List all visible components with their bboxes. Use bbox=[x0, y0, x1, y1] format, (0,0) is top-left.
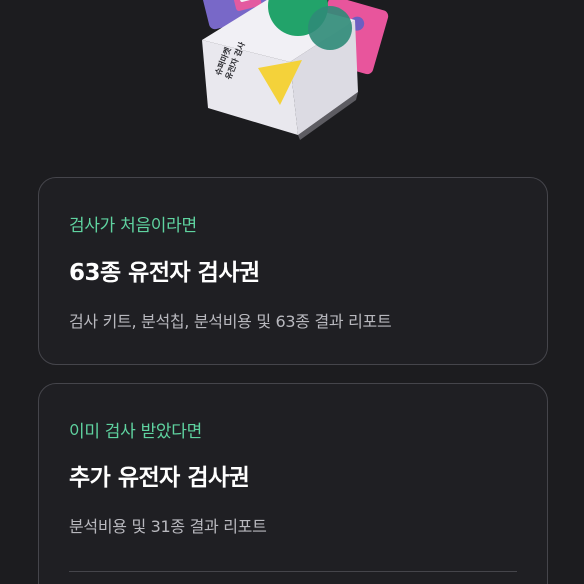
card-description: 분석비용 및 31종 결과 리포트 bbox=[69, 517, 267, 536]
card-eyebrow: 이미 검사 받았다면 bbox=[69, 422, 202, 442]
card-title: 63종 유전자 검사권 bbox=[69, 260, 260, 286]
card-divider bbox=[69, 571, 517, 572]
first-test-option-card[interactable]: 검사가 처음이라면 63종 유전자 검사권 검사 키트, 분석칩, 분석비용 및… bbox=[38, 177, 548, 365]
card-eyebrow: 검사가 처음이라면 bbox=[69, 216, 197, 236]
card-title: 추가 유전자 검사권 bbox=[69, 465, 250, 491]
product-selection-page: 슈퍼마켓 유전자 검사 검사가 처음이라면 63종 유전자 검사권 검사 키트,… bbox=[0, 0, 584, 584]
genetic-test-kit-illustration: 슈퍼마켓 유전자 검사 bbox=[199, 0, 389, 140]
additional-test-option-card[interactable]: 이미 검사 받았다면 추가 유전자 검사권 분석비용 및 31종 결과 리포트 bbox=[38, 383, 548, 584]
card-description: 검사 키트, 분석칩, 분석비용 및 63종 결과 리포트 bbox=[69, 312, 392, 331]
